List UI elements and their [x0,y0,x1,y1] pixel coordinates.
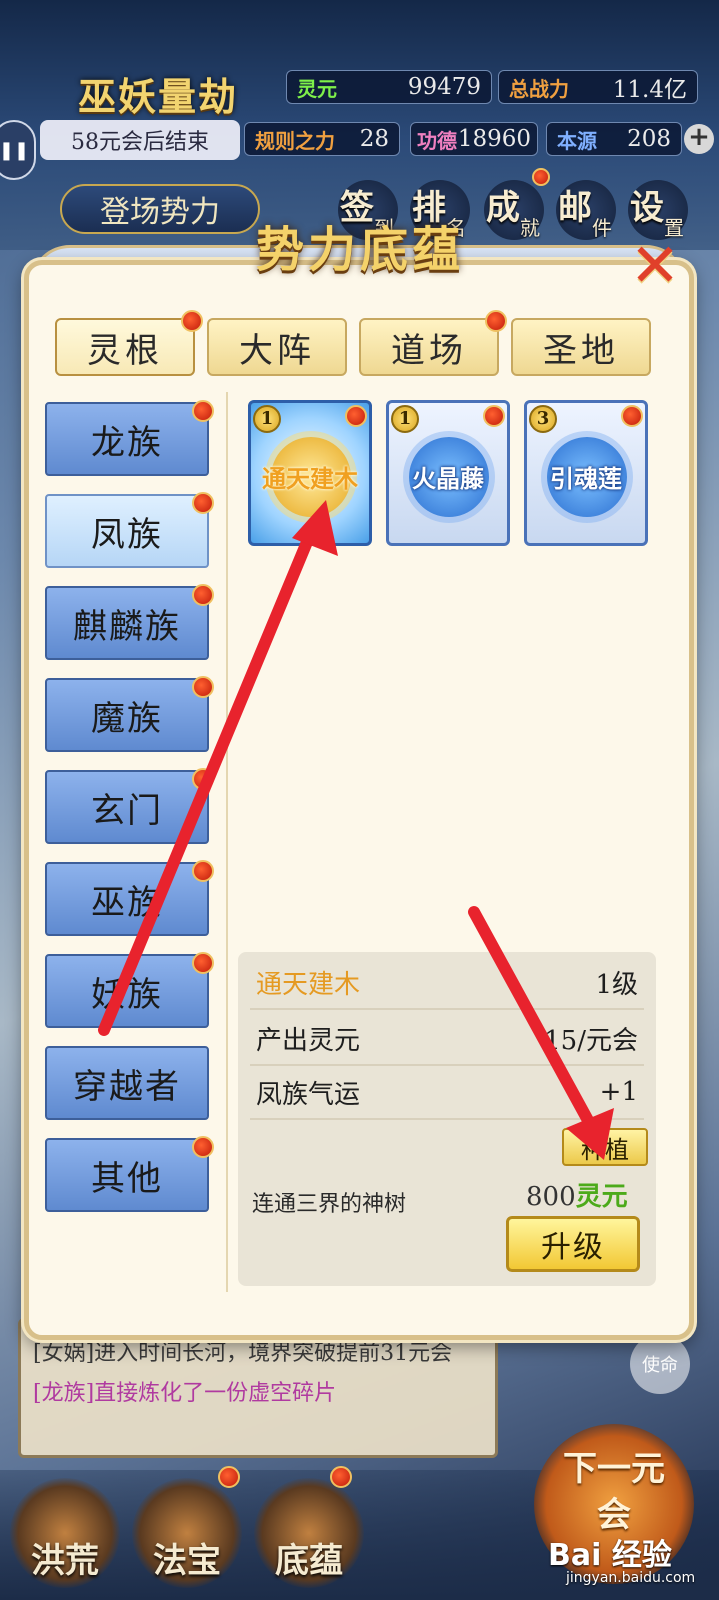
pause-button[interactable]: ❚❚ [0,120,36,180]
notification-dot [621,405,643,427]
notification-dot [192,492,214,514]
stat-merit: 功德 18960 [410,122,538,156]
tab-diyun[interactable]: 底蕴 [254,1478,364,1588]
pause-icon: ❚❚ [0,139,30,161]
stat-origin: 本源 208 [546,122,682,156]
watermark-logo: Bai 经验 [548,1538,672,1573]
stat-value: 99479 [407,74,481,100]
stat-value: 18960 [457,126,531,152]
notification-dot [532,168,550,186]
notification-dot [192,1136,214,1158]
sidebar-item-qilinzu[interactable]: 麒麟族 [45,586,209,660]
cost-amount: 800 [526,1182,576,1212]
count-badge: 1 [391,405,419,433]
detail-row-output: 产出灵元 15/元会 [250,1012,644,1066]
bottom-tab-label: 底蕴 [275,1541,343,1581]
sidebar-item-wuzu[interactable]: 巫族 [45,862,209,936]
notification-dot [345,405,367,427]
notification-dot [218,1466,240,1488]
notification-dot [181,310,203,332]
log-line: [女娲]进入时间长河，境界突破提前31元会 [33,1341,453,1366]
tab-shengdi[interactable]: 圣地 [511,318,651,376]
notification-dot [192,400,214,422]
item-description: 连通三界的神树 [252,1192,407,1217]
tab-linggen[interactable]: 灵根 [55,318,195,376]
count-badge: 3 [529,405,557,433]
detail-level: 1级 [595,969,638,1000]
tab-fabao[interactable]: 法宝 [132,1478,242,1588]
sidebar-item-mozu[interactable]: 魔族 [45,678,209,752]
item-name: 火晶藤 [412,464,484,493]
item-card-huojingteng[interactable]: 火晶藤 1 [386,400,510,546]
tab-daochang[interactable]: 道场 [359,318,499,376]
countdown-text: 58元会后结束 [40,120,240,160]
nav-label-small: 件 [592,216,612,240]
notification-dot [485,310,507,332]
nav-label-small: 就 [520,216,540,240]
mission-button[interactable]: 使命 [630,1334,690,1394]
stat-value: 11.4亿 [612,77,687,103]
category-tabs: 灵根 大阵 道场 圣地 [55,310,665,378]
notification-dot [192,676,214,698]
stat-label: 本源 [557,128,597,153]
cost-unit: 灵元 [575,1182,628,1212]
plus-icon[interactable]: + [684,124,714,154]
sidebar-item-chuanyuezhe[interactable]: 穿越者 [45,1046,209,1120]
close-icon[interactable]: ✕ [622,236,688,302]
upgrade-cost: 800灵元 [526,1176,628,1213]
modal-title: 势力底蕴 [255,222,464,278]
sidebar-item-fengzu[interactable]: 凤族 [45,494,209,568]
sidebar-item-yaozu[interactable]: 妖族 [45,954,209,1028]
item-card-yinhunlian[interactable]: 引魂莲 3 [524,400,648,546]
stat-label: 总战力 [509,76,569,101]
watermark-url: jingyan.baidu.com [566,1570,696,1586]
next-era-label: 下一元会 [563,1449,665,1535]
notification-dot [330,1466,352,1488]
notification-dot [192,952,214,974]
notification-dot [483,405,505,427]
detail-output-value: 15/元会 [544,1025,638,1056]
stat-label: 规则之力 [255,128,335,153]
notification-dot [192,768,214,790]
stat-label: 功德 [417,128,457,153]
stat-label: 灵元 [297,76,337,101]
item-name: 通天建木 [262,464,358,493]
sidebar-divider [226,392,228,1292]
detail-row-name: 通天建木 1级 [250,956,644,1010]
nav-label: 设 [630,188,664,228]
mail-button[interactable]: 邮 件 [556,180,616,240]
plant-button[interactable]: 种植 [562,1128,648,1166]
notification-dot [192,584,214,606]
detail-item-name: 通天建木 [256,969,361,1000]
tab-dazhen[interactable]: 大阵 [207,318,347,376]
log-line: [龙族]直接炼化了一份虚空碎片 [33,1381,337,1406]
item-name: 引魂莲 [550,464,622,493]
detail-output-label: 产出灵元 [256,1025,361,1056]
sidebar-item-longzu[interactable]: 龙族 [45,402,209,476]
detail-luck-label: 凤族气运 [256,1079,361,1110]
notification-dot [192,860,214,882]
game-title: 巫妖量劫 [78,74,239,119]
stat-total-power: 总战力 11.4亿 [498,70,698,104]
item-card-tongtianjianmu[interactable]: 通天建木 1 [248,400,372,546]
sidebar-item-qita[interactable]: 其他 [45,1138,209,1212]
upgrade-button[interactable]: 升级 [506,1216,640,1272]
stat-rule-power: 规则之力 28 [244,122,400,156]
stat-value: 208 [627,126,671,152]
nav-label: 邮 [558,188,592,228]
sidebar-item-xuanmen[interactable]: 玄门 [45,770,209,844]
stat-value: 28 [359,126,389,152]
detail-row-luck: 凤族气运 +1 [250,1066,644,1120]
count-badge: 1 [253,405,281,433]
bottom-tab-label: 洪荒 [31,1541,99,1581]
tab-honghuang[interactable]: 洪荒 [10,1478,120,1588]
bottom-tab-label: 法宝 [153,1541,221,1581]
detail-luck-value: +1 [599,1077,638,1107]
stat-lingyuan: 灵元 99479 [286,70,492,104]
